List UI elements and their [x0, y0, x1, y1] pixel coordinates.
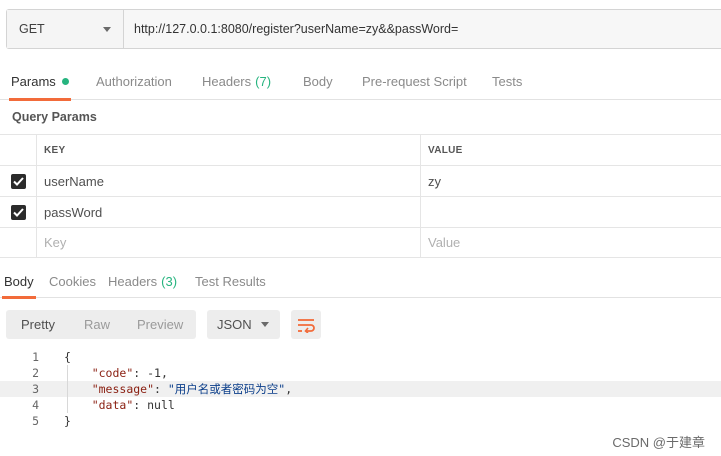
line-number: 1	[32, 350, 39, 364]
tab-params-label: Params	[11, 73, 56, 89]
header-check-cell	[0, 135, 37, 165]
tab-response-body-label: Body	[4, 273, 34, 289]
wrap-lines-icon	[298, 318, 315, 333]
row-check-cell	[0, 228, 37, 257]
param-value[interactable]	[421, 197, 721, 227]
checkbox-checked-icon[interactable]	[10, 204, 26, 220]
tab-cookies[interactable]: Cookies	[49, 264, 96, 298]
response-tabs: Body Cookies Headers (3) Test Results	[0, 264, 721, 299]
code-line: 3 "message": "用户名或者密码为空",	[0, 381, 721, 397]
row-check-cell	[0, 197, 37, 227]
code-text: "message": "用户名或者密码为空",	[91, 382, 293, 396]
code-line: 1 {	[0, 349, 721, 365]
line-number: 5	[32, 414, 39, 428]
table-row: passWord	[0, 196, 721, 227]
row-check-cell	[0, 166, 37, 196]
code-line: 5 }	[0, 413, 721, 429]
tab-cookies-label: Cookies	[49, 273, 96, 289]
wrap-lines-button[interactable]	[291, 310, 321, 339]
tab-test-results-label: Test Results	[195, 273, 266, 289]
view-raw-button[interactable]: Raw	[84, 310, 110, 339]
tab-response-body[interactable]: Body	[2, 264, 36, 299]
code-line: 4 "data": null	[0, 397, 721, 413]
tab-pre-request-script-label: Pre-request Script	[362, 73, 467, 89]
code-line: 2 "code": -1,	[0, 365, 721, 381]
view-mode-group: Pretty Raw Preview	[6, 310, 196, 339]
method-label: GET	[19, 22, 45, 36]
method-select[interactable]: GET	[7, 10, 124, 48]
new-value-input[interactable]: Value	[421, 228, 721, 257]
code-text: "code": -1,	[91, 366, 168, 380]
code-text: {	[64, 350, 71, 364]
watermark: CSDN @于建章	[612, 435, 705, 450]
url-input[interactable]: http://127.0.0.1:8080/register?userName=…	[124, 10, 721, 48]
chevron-down-icon	[103, 26, 111, 32]
tab-authorization-label: Authorization	[96, 73, 172, 89]
view-pretty-button[interactable]: Pretty	[21, 310, 55, 339]
new-key-input[interactable]: Key	[37, 228, 421, 257]
query-params-table: KEY VALUE userName zy passWord Key Value	[0, 134, 721, 258]
tab-headers-label: Headers	[202, 73, 252, 89]
tab-response-headers-count: (3)	[161, 273, 178, 289]
code-text: "data": null	[91, 398, 175, 412]
param-key[interactable]: passWord	[37, 197, 421, 227]
checkbox-checked-icon[interactable]	[10, 173, 26, 189]
line-number: 2	[32, 366, 39, 380]
line-number: 4	[32, 398, 39, 412]
line-number: 3	[32, 382, 39, 396]
column-header-key: KEY	[37, 135, 421, 165]
chevron-down-icon	[261, 322, 269, 327]
tab-test-results[interactable]: Test Results	[195, 264, 266, 298]
response-body-editor[interactable]: 1 { 2 "code": -1, 3 "message": "用户名或者密码为…	[0, 349, 721, 429]
view-preview-button[interactable]: Preview	[137, 310, 183, 339]
request-url-bar: GET http://127.0.0.1:8080/register?userN…	[6, 9, 721, 49]
tab-pre-request-script[interactable]: Pre-request Script	[362, 62, 467, 100]
query-params-title: Query Params	[12, 110, 97, 124]
tab-response-headers[interactable]: Headers (3)	[108, 264, 177, 298]
tab-headers-count: (7)	[255, 73, 272, 89]
indent-guide	[67, 365, 68, 413]
table-row-new: Key Value	[0, 227, 721, 258]
param-key[interactable]: userName	[37, 166, 421, 196]
tab-response-headers-label: Headers	[108, 273, 158, 289]
request-tabs: Params Authorization Headers (7) Body Pr…	[0, 62, 721, 101]
tab-body[interactable]: Body	[303, 62, 333, 100]
code-text: }	[64, 414, 71, 428]
column-header-value: VALUE	[428, 144, 463, 156]
table-row: userName zy	[0, 165, 721, 196]
tab-params[interactable]: Params	[9, 62, 71, 101]
format-select[interactable]: JSON	[207, 310, 280, 339]
tab-authorization[interactable]: Authorization	[96, 62, 172, 100]
tab-tests-label: Tests	[492, 73, 523, 89]
format-label: JSON	[217, 317, 252, 332]
table-header-row: KEY VALUE	[0, 134, 721, 165]
tab-headers[interactable]: Headers (7)	[202, 62, 271, 100]
param-value[interactable]: zy	[421, 166, 721, 196]
tab-tests[interactable]: Tests	[492, 62, 522, 100]
tab-body-label: Body	[303, 73, 333, 89]
params-active-dot-icon	[61, 77, 69, 85]
